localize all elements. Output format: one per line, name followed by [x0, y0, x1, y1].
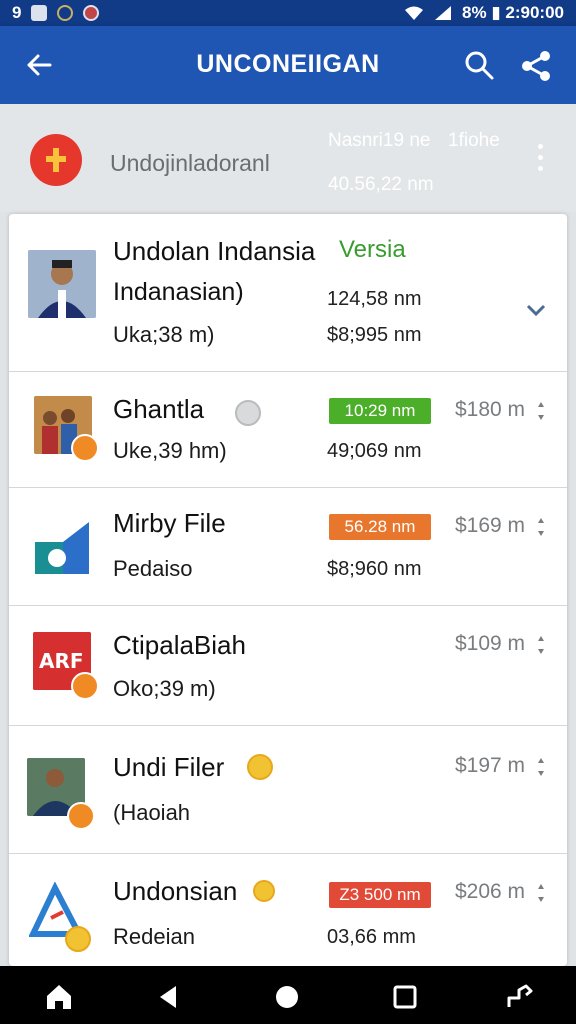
- sort-stepper-icon[interactable]: [537, 516, 545, 538]
- status-pill: Z3 500 nm: [329, 882, 431, 908]
- item-title: Ghantla: [113, 394, 205, 424]
- person-thumbnail: [28, 250, 96, 318]
- home-icon[interactable]: [44, 982, 74, 1012]
- account-name: Undojinladoranl: [110, 150, 270, 176]
- item-value-secondary: $8;995 nm: [327, 324, 422, 346]
- item-subtitle: Redeian: [113, 924, 195, 949]
- svg-text:ARF: ARF: [39, 649, 84, 673]
- item-title: CtipalaBiah: [113, 630, 246, 660]
- item-subtitle: Indanasian): [113, 278, 244, 306]
- list-item[interactable]: Undi Filer (Haoiah $197 m: [9, 726, 567, 854]
- system-navigation-bar: [0, 966, 576, 1024]
- more-options-icon[interactable]: [530, 144, 550, 178]
- verified-badge-icon: [71, 672, 99, 700]
- image-notification-icon: [31, 5, 48, 21]
- item-subtitle: Pedaiso: [113, 556, 193, 581]
- sort-stepper-icon[interactable]: [537, 882, 545, 904]
- item-value: 03,66 mm: [327, 926, 416, 948]
- status-pill: 10:29 nm: [329, 398, 431, 424]
- home-circle-icon[interactable]: [272, 982, 302, 1012]
- item-title: Mirby File: [113, 508, 226, 538]
- recents-icon[interactable]: [390, 982, 420, 1012]
- status-left-text: 9: [12, 3, 22, 22]
- sort-stepper-icon[interactable]: [537, 756, 545, 778]
- gold-coin-icon: [247, 754, 273, 780]
- gold-coin-icon: [253, 880, 275, 902]
- sort-stepper-icon[interactable]: [537, 634, 545, 656]
- share-icon[interactable]: [518, 48, 554, 84]
- rotate-icon[interactable]: [504, 982, 534, 1012]
- list-item[interactable]: ARF CtipalaBiah Oko;39 m) $109 m: [9, 606, 567, 726]
- verified-badge-icon: [71, 434, 99, 462]
- item-title: Undonsian: [113, 876, 238, 906]
- file-app-thumbnail: [33, 518, 91, 576]
- chevron-down-icon[interactable]: [525, 302, 547, 318]
- wifi-icon: [405, 6, 424, 20]
- list-item[interactable]: Undolan Indansia Versia Indanasian) 124,…: [9, 214, 567, 372]
- item-subtitle: (Haoiah: [113, 800, 191, 825]
- item-price: $180 m: [455, 398, 526, 421]
- status-right-text: 8% ▮ 2:90:00: [462, 3, 564, 22]
- item-value: $8;960 nm: [327, 558, 422, 580]
- signal-icon: [435, 6, 452, 20]
- gold-coin-icon: [65, 926, 91, 952]
- item-list: Undolan Indansia Versia Indanasian) 124,…: [9, 214, 567, 966]
- account-header: Undojinladoranl Nasnri19 ne 1fiohe 40.56…: [0, 104, 576, 212]
- item-value: 124,58 nm: [327, 288, 422, 310]
- back-triangle-icon[interactable]: [154, 982, 184, 1012]
- status-bar: 9 8% ▮ 2:90:00: [0, 0, 576, 26]
- app-notification-icon: [57, 5, 74, 21]
- item-title: Undolan Indansia: [113, 236, 316, 266]
- header-meta-1b: 1fiohe: [448, 130, 500, 151]
- header-meta-1: Nasnri19 ne: [328, 130, 431, 151]
- item-subtitle: Uke,39 hm): [113, 438, 227, 463]
- list-item[interactable]: Ghantla Uke,39 hm) 10:29 nm $180 m 49;06…: [9, 372, 567, 488]
- app-bar: UNCONEIIGAN: [0, 26, 576, 104]
- list-item[interactable]: Mirby File Pedaiso 56.28 nm $169 m $8;96…: [9, 488, 567, 606]
- sort-stepper-icon[interactable]: [537, 400, 545, 422]
- list-item[interactable]: Undonsian Redeian Z3 500 nm $206 m 03,66…: [9, 854, 567, 966]
- header-meta-2: 40.56,22 nm: [328, 174, 434, 195]
- item-price: $169 m: [455, 514, 526, 537]
- silver-coin-icon: [235, 400, 261, 426]
- item-subtitle: Oko;39 m): [113, 676, 216, 701]
- item-title: Undi Filer: [113, 752, 225, 782]
- brand-logo: [30, 134, 82, 186]
- alert-notification-icon: [83, 5, 100, 21]
- item-tag: Versia: [339, 236, 406, 263]
- flame-logo-icon: [46, 148, 66, 172]
- item-price: $206 m: [455, 880, 526, 903]
- item-value: 49;069 nm: [327, 440, 422, 462]
- status-pill: 56.28 nm: [329, 514, 431, 540]
- search-icon[interactable]: [462, 48, 496, 82]
- item-price: $109 m: [455, 632, 526, 655]
- verified-badge-icon: [67, 802, 95, 830]
- item-price: $197 m: [455, 754, 526, 777]
- item-detail: Uka;38 m): [113, 322, 215, 347]
